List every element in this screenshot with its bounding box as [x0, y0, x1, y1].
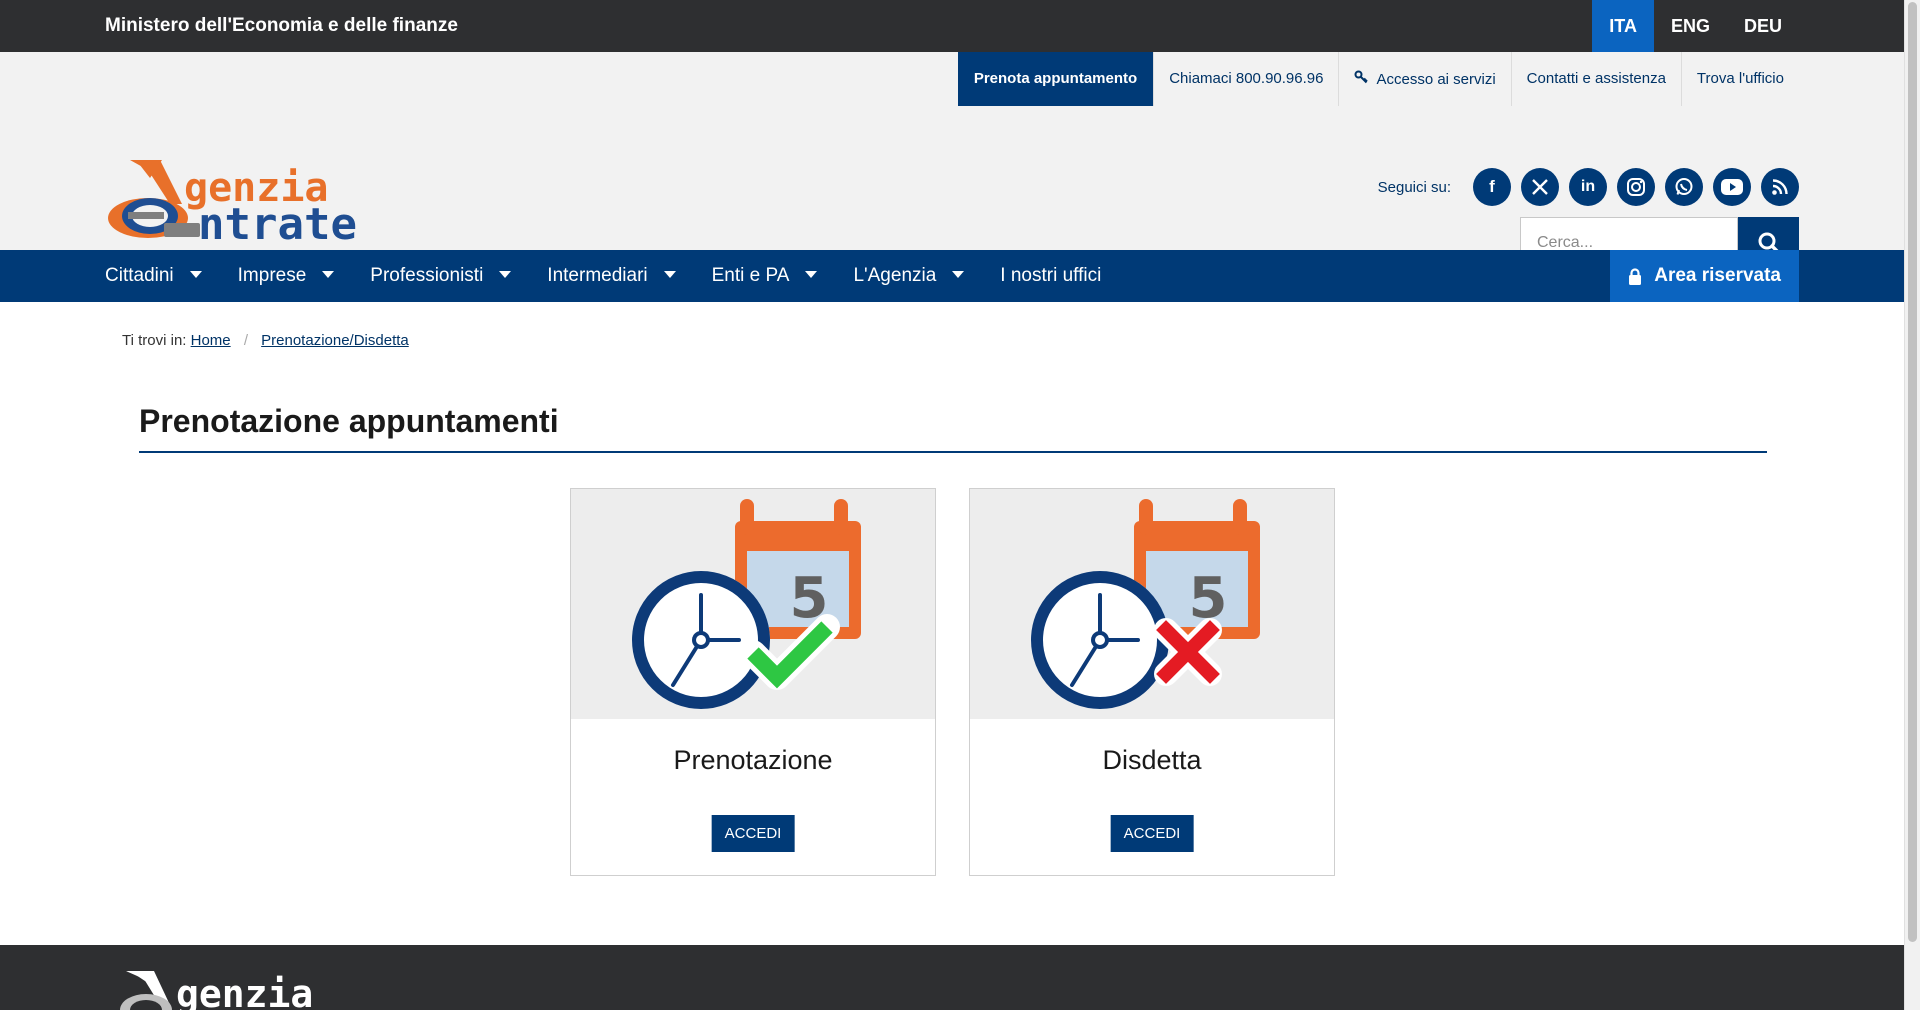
- services-access-label: Accesso ai servizi: [1376, 71, 1496, 88]
- nav-label: Intermediari: [547, 265, 648, 286]
- follow-label: Seguici su:: [1377, 178, 1451, 196]
- cancel-calendar-clock-icon: 5: [1031, 499, 1260, 709]
- scrollbar-thumb[interactable]: [1908, 2, 1917, 942]
- nav-label: Enti e PA: [711, 265, 790, 286]
- top-bar: Ministero dell'Economia e delle finanze …: [0, 0, 1904, 52]
- card-disdetta: 5 Disdetta ACCEDI: [969, 488, 1335, 876]
- key-icon: [1354, 52, 1369, 106]
- whatsapp-icon[interactable]: [1665, 168, 1703, 206]
- title-divider: [139, 451, 1767, 453]
- page-title: Prenotazione appuntamenti: [139, 403, 559, 439]
- lock-icon: [1628, 267, 1642, 285]
- breadcrumb-prefix: Ti trovi in:: [122, 332, 187, 349]
- utility-links: Prenota appuntamento Chiamaci 800.90.96.…: [957, 52, 1799, 106]
- footer-logo[interactable]: genzia: [118, 965, 378, 1010]
- caret-down-icon: [952, 271, 965, 278]
- nav-item-intermediari[interactable]: Intermediari: [547, 250, 676, 302]
- nav-item-imprese[interactable]: Imprese: [238, 250, 335, 302]
- rss-icon[interactable]: [1761, 168, 1799, 206]
- lang-deu[interactable]: DEU: [1727, 0, 1799, 52]
- access-button-disdetta[interactable]: ACCEDI: [1110, 815, 1194, 852]
- footer: genzia: [0, 945, 1904, 1010]
- nav-item-agenzia[interactable]: L'Agenzia: [853, 250, 965, 302]
- card-image: 5: [970, 489, 1334, 719]
- ministry-label: Ministero dell'Economia e delle finanze: [105, 15, 458, 36]
- nav-label: L'Agenzia: [853, 265, 937, 286]
- contacts-link[interactable]: Contatti e assistenza: [1510, 52, 1681, 106]
- nav-label: Imprese: [237, 265, 307, 286]
- header: Prenota appuntamento Chiamaci 800.90.96.…: [0, 52, 1904, 268]
- youtube-icon[interactable]: [1713, 168, 1751, 206]
- card-prenotazione: 5 Prenotazione ACCEDI: [570, 488, 936, 876]
- caret-down-icon: [663, 271, 676, 278]
- agenzia-entrate-logo[interactable]: genzia ntrate: [104, 156, 394, 250]
- access-button-prenotazione[interactable]: ACCEDI: [711, 815, 795, 852]
- caret-down-icon: [499, 271, 512, 278]
- x-icon[interactable]: [1521, 168, 1559, 206]
- facebook-icon[interactable]: f: [1473, 168, 1511, 206]
- breadcrumb-home-link[interactable]: Home: [191, 332, 231, 349]
- page: Ministero dell'Economia e delle finanze …: [0, 0, 1904, 1010]
- nav-item-cittadini[interactable]: Cittadini: [105, 250, 202, 302]
- nav-item-enti-pa[interactable]: Enti e PA: [712, 250, 818, 302]
- card-title: Prenotazione: [673, 745, 833, 775]
- card-image: 5: [571, 489, 935, 719]
- social-links: Seguici su: f in: [1378, 167, 1799, 207]
- book-appointment-link[interactable]: Prenota appuntamento: [957, 52, 1154, 106]
- instagram-icon[interactable]: [1617, 168, 1655, 206]
- caret-down-icon: [322, 271, 335, 278]
- footer-logo-text: genzia: [176, 972, 313, 1010]
- logo-text-ntrate: ntrate: [198, 199, 357, 244]
- card-title: Disdetta: [1102, 745, 1202, 775]
- breadcrumb-current-link[interactable]: Prenotazione/Disdetta: [261, 332, 409, 349]
- nav-label: Professionisti: [370, 265, 484, 286]
- booking-calendar-clock-icon: 5: [632, 499, 861, 709]
- nav-item-uffici[interactable]: I nostri uffici: [1000, 250, 1101, 302]
- lang-eng[interactable]: ENG: [1654, 0, 1727, 52]
- nav-label: Cittadini: [105, 265, 174, 286]
- find-office-link[interactable]: Trova l'ufficio: [1680, 52, 1799, 106]
- services-access-link[interactable]: Accesso ai servizi: [1338, 52, 1510, 106]
- lang-ita[interactable]: ITA: [1592, 0, 1654, 52]
- linkedin-icon[interactable]: in: [1569, 168, 1607, 206]
- breadcrumb-separator: /: [243, 332, 248, 349]
- reserved-area-button[interactable]: Area riservata: [1610, 250, 1799, 302]
- language-switcher: ITA ENG DEU: [1592, 0, 1799, 52]
- call-link[interactable]: Chiamaci 800.90.96.96: [1153, 52, 1338, 106]
- breadcrumb: Ti trovi in: Home / Prenotazione/Disdett…: [122, 332, 409, 349]
- caret-down-icon: [189, 271, 202, 278]
- main-navigation: Cittadini Imprese Professionisti Interme…: [0, 250, 1904, 302]
- nav-item-professionisti[interactable]: Professionisti: [370, 250, 512, 302]
- page-scrollbar[interactable]: [1904, 0, 1920, 1010]
- reserved-area-label: Area riservata: [1654, 265, 1781, 286]
- caret-down-icon: [805, 271, 818, 278]
